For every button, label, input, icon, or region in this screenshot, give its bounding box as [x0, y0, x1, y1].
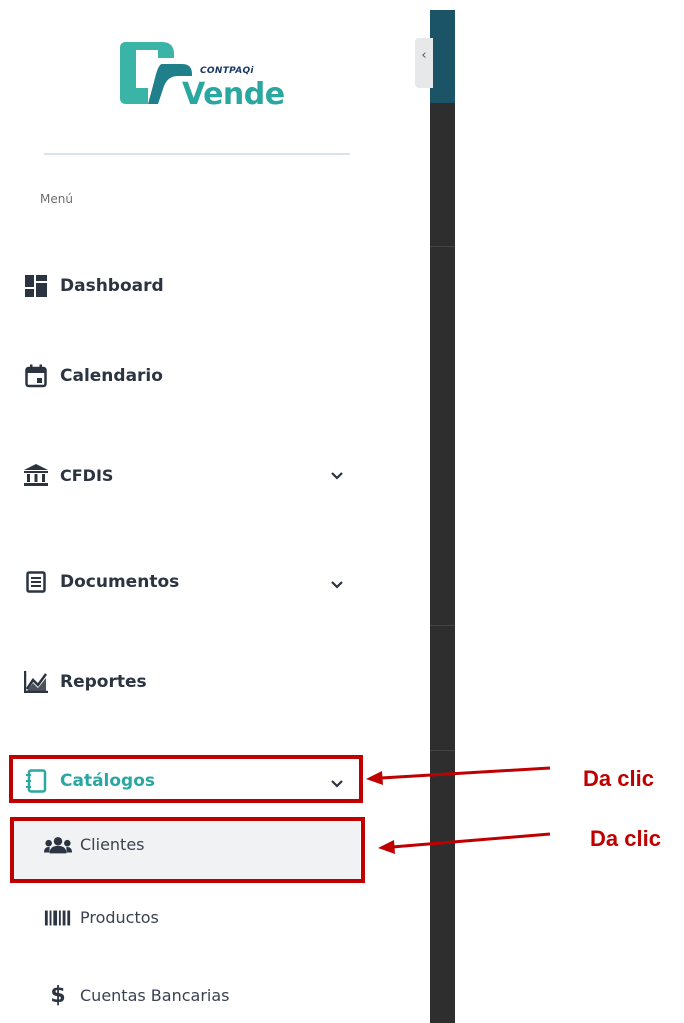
- highlight-box-catalogos: [9, 755, 363, 803]
- collapse-sidebar-button[interactable]: ‹: [415, 38, 433, 88]
- content-separator: [430, 750, 455, 751]
- sidebar-item-label: Calendario: [60, 366, 163, 386]
- chevron-down-icon[interactable]: [329, 576, 345, 596]
- annotation-text: Da clic: [583, 766, 654, 791]
- chevron-left-icon: ‹: [421, 48, 427, 63]
- dashboard-icon: [24, 274, 48, 298]
- sidebar-subitem-productos[interactable]: Productos: [44, 908, 159, 927]
- annotation-text: Da clic: [590, 826, 661, 851]
- sidebar-item-label: Dashboard: [60, 276, 164, 296]
- content-separator: [430, 625, 455, 626]
- annotation-arrow: [366, 766, 551, 785]
- logo-brand-small: CONTPAQi: [200, 66, 254, 76]
- sidebar-item-calendario[interactable]: Calendario: [24, 364, 163, 388]
- contpaqi-vende-logo: CONTPAQi Vende: [118, 36, 285, 116]
- sidebar-item-label: CFDIS: [60, 465, 114, 485]
- sidebar-item-label: Documentos: [60, 572, 180, 592]
- dollar-icon: $: [50, 983, 66, 1008]
- annotation-arrow: [378, 832, 551, 854]
- sidebar-subitem-label: Cuentas Bancarias: [80, 986, 230, 1005]
- highlight-box-clientes: [10, 817, 365, 883]
- chart-icon: [24, 670, 48, 694]
- sidebar-item-cfdis[interactable]: CFDIS: [24, 463, 113, 487]
- barcode-icon: [44, 909, 72, 927]
- calendar-icon: [24, 364, 48, 388]
- menu-section-label: Menú: [40, 192, 73, 206]
- header-edge: [430, 10, 455, 103]
- sidebar-item-documentos[interactable]: Documentos: [24, 570, 179, 594]
- document-icon: [24, 570, 48, 594]
- bank-icon: [24, 463, 48, 487]
- chevron-down-icon[interactable]: [329, 467, 345, 487]
- content-separator: [430, 246, 455, 247]
- sidebar-item-reportes[interactable]: Reportes: [24, 670, 147, 694]
- sidebar-subitem-cuentas-bancarias[interactable]: $ Cuentas Bancarias: [44, 983, 229, 1008]
- logo-divider: [44, 153, 350, 155]
- sidebar-item-dashboard[interactable]: Dashboard: [24, 274, 164, 298]
- sidebar-item-label: Reportes: [60, 672, 147, 692]
- logo-brand-big: Vende: [182, 77, 285, 112]
- main-content-edge: [430, 10, 455, 1023]
- sidebar-subitem-label: Productos: [80, 908, 159, 927]
